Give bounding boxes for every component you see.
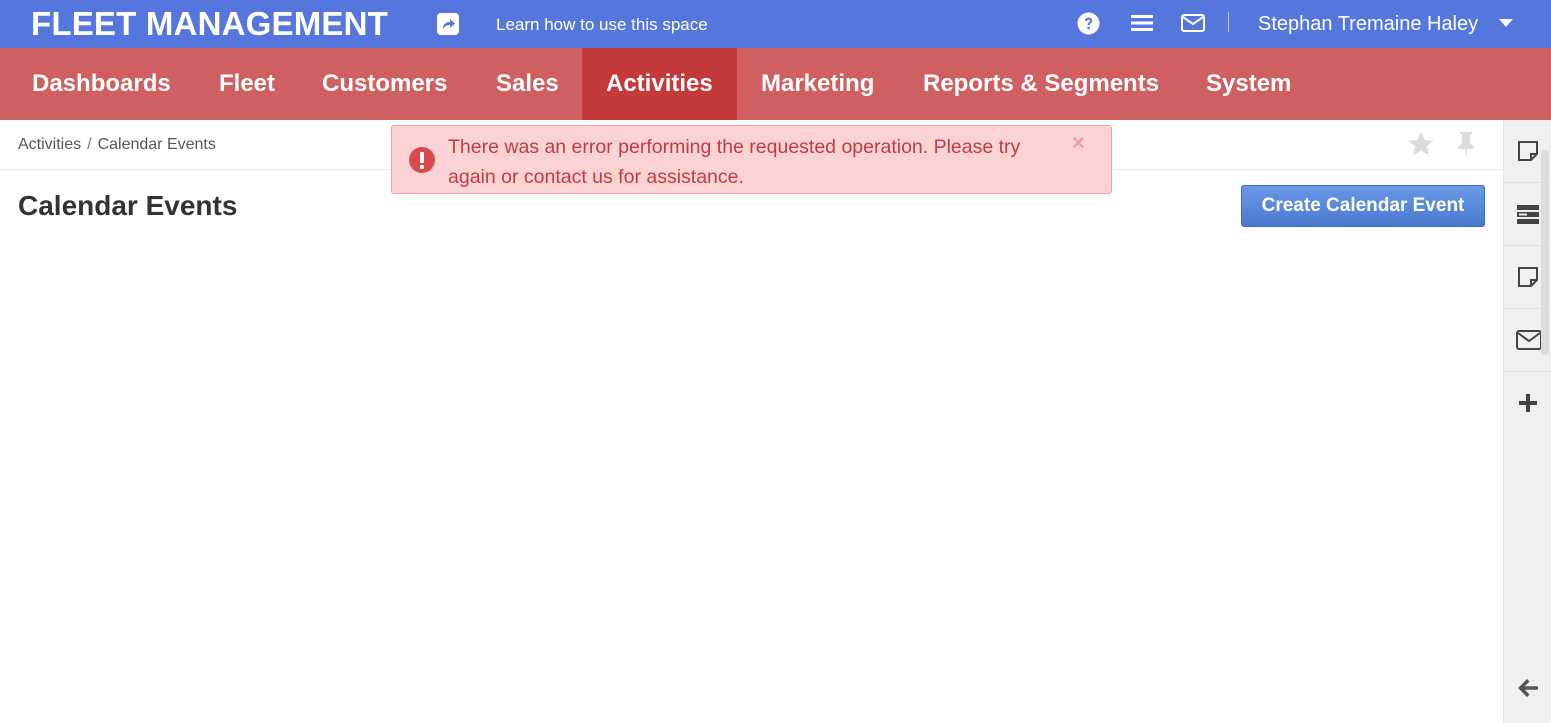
alert-message: There was an error performing the reques… — [448, 136, 1021, 188]
nav-customers[interactable]: Customers — [298, 48, 471, 120]
user-menu[interactable]: Stephan Tremaine Haley — [1258, 13, 1478, 35]
arrow-left-icon[interactable] — [1516, 676, 1540, 700]
pin-icon[interactable] — [1455, 130, 1477, 160]
top-bar: FLEET MANAGEMENT Learn how to use this s… — [0, 0, 1551, 48]
nav-fleet[interactable]: Fleet — [195, 48, 299, 120]
star-icon[interactable] — [1407, 130, 1435, 158]
menu-icon[interactable] — [1131, 13, 1153, 33]
nav-reports-segments[interactable]: Reports & Segments — [899, 48, 1183, 120]
mail-icon — [1516, 330, 1542, 350]
page-title: Calendar Events — [18, 190, 238, 221]
tasks-icon — [1517, 205, 1539, 224]
main-nav: Dashboards Fleet Customers Sales Activit… — [0, 48, 1551, 120]
app-title[interactable]: FLEET MANAGEMENT — [31, 6, 388, 42]
note-icon — [1518, 267, 1538, 287]
mail-icon[interactable] — [1181, 13, 1205, 33]
create-calendar-event-button[interactable]: Create Calendar Event — [1241, 185, 1485, 227]
nav-activities[interactable]: Activities — [582, 48, 737, 120]
share-icon[interactable] — [437, 13, 459, 35]
sidebar-scrollbar[interactable] — [1541, 150, 1549, 355]
error-alert: There was an error performing the reques… — [391, 125, 1112, 194]
breadcrumb-current: Calendar Events — [97, 136, 216, 153]
nav-system[interactable]: System — [1182, 48, 1315, 120]
nav-dashboards[interactable]: Dashboards — [8, 48, 195, 120]
close-icon[interactable]: × — [1072, 131, 1085, 155]
right-sidebar — [1503, 120, 1551, 723]
topbar-divider — [1228, 12, 1229, 32]
exclamation-circle-icon — [409, 147, 435, 173]
sidebar-add-button[interactable] — [1504, 372, 1551, 435]
plus-icon — [1519, 394, 1537, 412]
breadcrumb-separator: / — [87, 136, 92, 153]
breadcrumb-activities[interactable]: Activities — [18, 136, 81, 153]
caret-down-icon[interactable] — [1499, 19, 1513, 27]
nav-sales[interactable]: Sales — [472, 48, 583, 120]
help-icon[interactable] — [1077, 12, 1100, 35]
breadcrumb: Activities / Calendar Events — [18, 136, 216, 154]
note-icon — [1518, 141, 1538, 161]
nav-marketing[interactable]: Marketing — [737, 48, 898, 120]
learn-link[interactable]: Learn how to use this space — [496, 15, 708, 35]
